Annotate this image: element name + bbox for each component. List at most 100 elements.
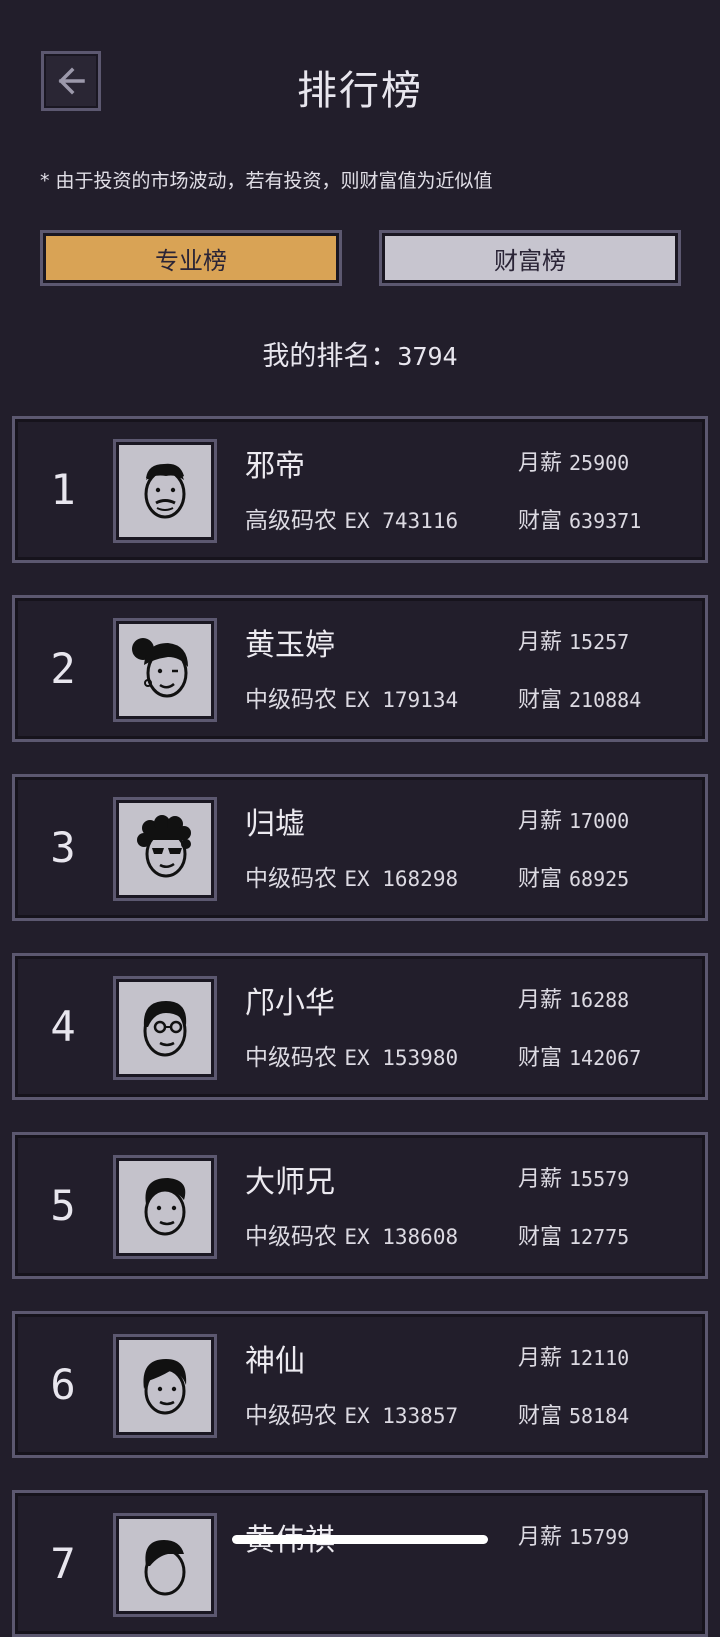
man-mustache-icon <box>144 463 186 519</box>
player-level: 中级码农 EX 138608 <box>245 1217 458 1251</box>
salary-value: 15799 <box>569 1525 630 1549</box>
salary: 月薪 16288 <box>518 982 629 1014</box>
salary: 月薪 12110 <box>518 1340 629 1372</box>
wealth-value: 210884 <box>569 688 642 712</box>
my-rank: 我的排名：3794 <box>0 334 720 373</box>
player-name: 归墟 <box>245 807 305 842</box>
man-glasses-icon <box>143 1001 187 1057</box>
rank-number: 6 <box>50 1360 76 1409</box>
salary-value: 16288 <box>569 988 630 1012</box>
avatar <box>113 618 217 722</box>
wealth-value: 68925 <box>569 867 630 891</box>
avatar <box>113 1334 217 1438</box>
ex-value: EX 138608 <box>344 1225 459 1249</box>
header: 排行榜 * 由于投资的市场波动，若有投资，则财富值为近似值 <box>0 0 720 192</box>
salary-label: 月薪 <box>518 1346 563 1371</box>
rank-number: 5 <box>50 1181 76 1230</box>
wealth-label: 财富 <box>518 1046 563 1071</box>
man-hair-icon <box>143 1359 187 1415</box>
wealth-label: 财富 <box>518 688 563 713</box>
my-rank-value: 3794 <box>397 342 458 371</box>
level-title: 中级码农 <box>245 687 337 713</box>
salary-value: 15257 <box>569 630 630 654</box>
player-name: 大师兄 <box>245 1165 335 1200</box>
player-name: 神仙 <box>245 1344 305 1379</box>
wealth: 财富 68925 <box>518 861 629 893</box>
tab-label: 财富榜 <box>494 246 566 275</box>
leaderboard-row[interactable]: 6 神仙 中级码农 EX 133857 月薪 12110 财富 58184 <box>12 1311 708 1458</box>
player-level: 高级码农 EX 743116 <box>245 501 458 535</box>
leaderboard-row[interactable]: 3 归墟 中级码农 EX 168298 月薪 17000 财富 68925 <box>12 774 708 921</box>
man-side-icon <box>144 1540 186 1596</box>
wealth-value: 639371 <box>569 509 642 533</box>
wealth: 财富 58184 <box>518 1398 629 1430</box>
home-indicator[interactable] <box>232 1535 488 1544</box>
player-level: 中级码农 EX 179134 <box>245 680 458 714</box>
salary: 月薪 15257 <box>518 624 629 656</box>
wealth: 财富 639371 <box>518 503 641 535</box>
avatar <box>113 1155 217 1259</box>
curly-sunglasses-icon <box>137 815 191 878</box>
salary-label: 月薪 <box>518 630 563 655</box>
tab-professional[interactable]: 专业榜 <box>43 233 339 283</box>
salary-value: 15579 <box>569 1167 630 1191</box>
player-name: 黄玉婷 <box>245 628 335 663</box>
wealth-label: 财富 <box>518 509 563 534</box>
salary: 月薪 17000 <box>518 803 629 835</box>
salary-label: 月薪 <box>518 451 563 476</box>
ex-value: EX 153980 <box>344 1046 459 1070</box>
man-quiff-icon <box>144 1178 186 1236</box>
ex-value: EX 743116 <box>344 509 459 533</box>
salary: 月薪 15579 <box>518 1161 629 1193</box>
wealth: 财富 142067 <box>518 1040 641 1072</box>
salary-label: 月薪 <box>518 809 563 834</box>
level-title: 中级码农 <box>245 1403 337 1429</box>
ex-value: EX 168298 <box>344 867 459 891</box>
salary-label: 月薪 <box>518 988 563 1013</box>
rank-number: 3 <box>50 823 76 872</box>
player-name: 邝小华 <box>245 986 335 1021</box>
salary-label: 月薪 <box>518 1167 563 1192</box>
wealth-label: 财富 <box>518 1225 563 1250</box>
my-rank-label: 我的排名： <box>262 341 398 372</box>
salary-label: 月薪 <box>518 1525 563 1550</box>
player-level: 中级码农 EX 153980 <box>245 1038 458 1072</box>
leaderboard-row[interactable]: 5 大师兄 中级码农 EX 138608 月薪 15579 财富 12775 <box>12 1132 708 1279</box>
leaderboard-row[interactable]: 2 黄玉婷 中级码农 EX 179134 月薪 15257 财富 210884 <box>12 595 708 742</box>
leaderboard-row[interactable]: 7 黄伟祺 月薪 15799 <box>12 1490 708 1637</box>
level-title: 中级码农 <box>245 1045 337 1071</box>
disclaimer-note: * 由于投资的市场波动，若有投资，则财富值为近似值 <box>40 170 493 192</box>
player-level: 中级码农 EX 168298 <box>245 859 458 893</box>
tab-wealth[interactable]: 财富榜 <box>382 233 678 283</box>
salary-value: 17000 <box>569 809 630 833</box>
woman-bun-icon <box>132 638 188 698</box>
wealth-label: 财富 <box>518 867 563 892</box>
wealth-value: 142067 <box>569 1046 642 1070</box>
avatar <box>113 439 217 543</box>
salary: 月薪 15799 <box>518 1519 629 1551</box>
salary: 月薪 25900 <box>518 445 629 477</box>
tab-label: 专业榜 <box>155 246 227 275</box>
wealth-value: 12775 <box>569 1225 630 1249</box>
salary-value: 12110 <box>569 1346 630 1370</box>
avatar <box>113 1513 217 1617</box>
avatar <box>113 976 217 1080</box>
level-title: 高级码农 <box>245 508 337 534</box>
wealth-value: 58184 <box>569 1404 630 1428</box>
wealth: 财富 12775 <box>518 1219 629 1251</box>
level-title: 中级码农 <box>245 866 337 892</box>
avatar <box>113 797 217 901</box>
ex-value: EX 133857 <box>344 1404 459 1428</box>
rank-number: 7 <box>50 1539 76 1588</box>
player-name: 邪帝 <box>245 449 305 484</box>
ex-value: EX 179134 <box>344 688 459 712</box>
level-title: 中级码农 <box>245 1224 337 1250</box>
wealth-label: 财富 <box>518 1404 563 1429</box>
salary-value: 25900 <box>569 451 630 475</box>
rank-number: 4 <box>50 1002 76 1051</box>
rank-number: 1 <box>50 465 76 514</box>
leaderboard-row[interactable]: 1 邪帝 高级码农 EX 743116 月薪 25900 财富 639371 <box>12 416 708 563</box>
page-title: 排行榜 <box>297 68 423 114</box>
rank-number: 2 <box>50 644 76 693</box>
leaderboard-row[interactable]: 4 邝小华 中级码农 EX 153980 月薪 16288 财富 142067 <box>12 953 708 1100</box>
